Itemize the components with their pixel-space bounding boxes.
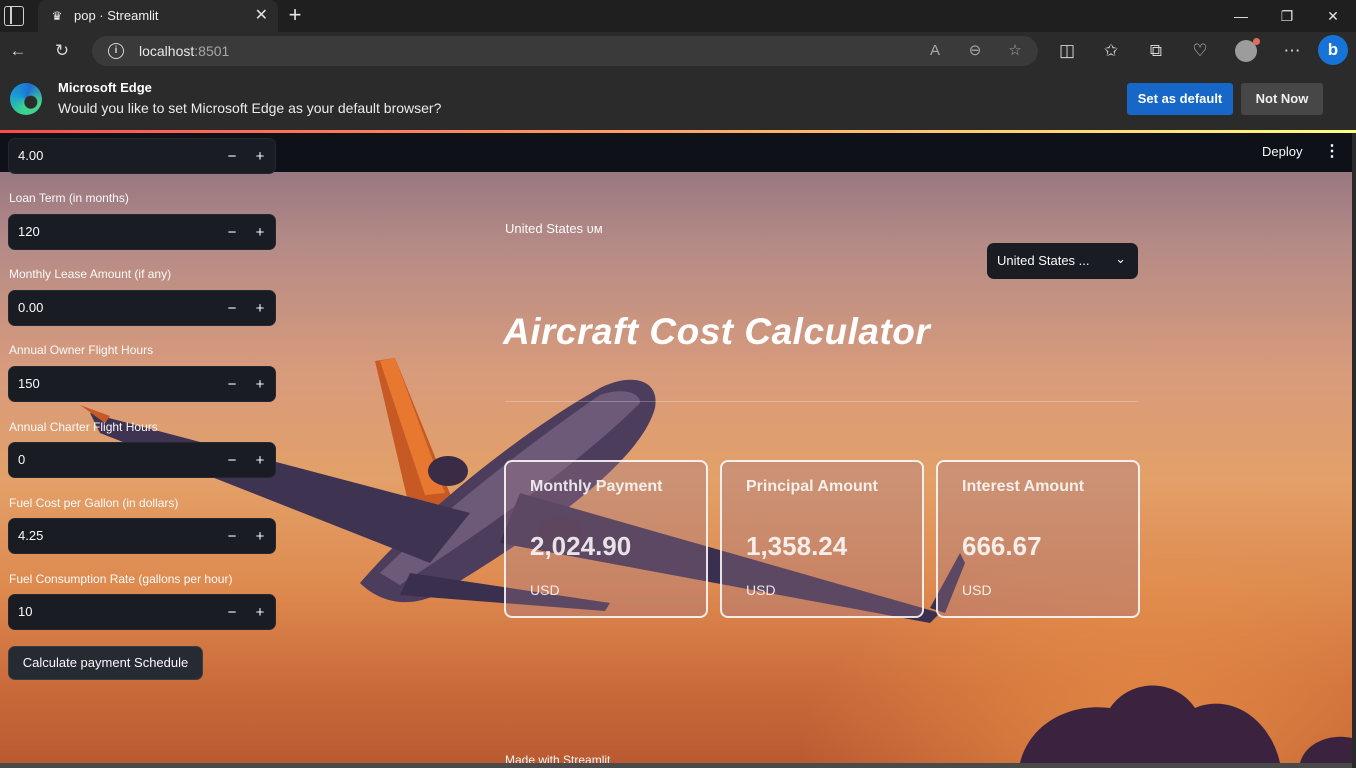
fuel-cost-input[interactable]: 4.25 − + [8,518,276,554]
default-browser-infobar: Microsoft Edge Would you like to set Mic… [0,70,1356,130]
field-label: Annual Owner Flight Hours [9,343,154,357]
streamlit-favicon-icon: ♛ [51,9,63,23]
copilot-icon[interactable]: b [1318,35,1348,65]
divider [505,401,1138,402]
card-unit: USD [530,582,560,598]
card-title: Interest Amount [962,478,1085,495]
input-value[interactable]: 0.00 [18,300,43,315]
card-title: Principal Amount [746,478,878,495]
close-window-icon[interactable]: ✕ [1318,4,1348,28]
decrement-icon[interactable]: − [219,525,245,549]
favorite-star-icon[interactable]: ☆ [1005,41,1025,61]
interest-rate-input[interactable]: 4.00 − + [8,138,276,174]
zoom-out-icon[interactable]: ⊖ [965,41,985,61]
increment-icon[interactable]: + [247,525,273,549]
card-value: 2,024.90 [530,531,632,561]
minimize-icon[interactable]: — [1226,4,1256,28]
horizontal-scrollbar[interactable] [0,763,1352,768]
increment-icon[interactable]: + [247,221,273,245]
increment-icon[interactable]: + [247,297,273,321]
decrement-icon[interactable]: − [219,145,245,169]
chevron-down-icon: ⌄ [1115,251,1126,266]
country-select-value: United States ... [997,253,1090,268]
main-menu-icon[interactable]: ⋮ [1322,141,1342,163]
input-value[interactable]: 150 [18,376,40,391]
input-value[interactable]: 0 [18,452,25,467]
card-title: Monthly Payment [530,478,663,495]
country-label: United States ᴜᴍ [505,221,603,236]
tab-bar: ♛ pop · Streamlit ✕ + — ❐ ✕ [0,0,1356,32]
field-label: Fuel Consumption Rate (gallons per hour) [9,572,233,586]
card-value: 666.67 [962,531,1042,561]
favorites-icon[interactable]: ✩ [1100,40,1122,62]
principal-amount-card: Principal Amount 1,358.24 USD [720,460,924,618]
refresh-icon[interactable]: ↻ [51,40,73,62]
field-label: Annual Charter Flight Hours [9,420,158,434]
browser-toolbar: ← ↻ i localhost:8501 A ⊖ ☆ ◫ ✩ ⧉ ♡ ⋯ b [0,32,1356,70]
restore-icon[interactable]: ❐ [1272,4,1302,28]
close-tab-icon[interactable]: ✕ [255,6,268,26]
read-aloud-icon[interactable]: A [925,41,945,61]
collections-icon[interactable]: ⧉ [1145,40,1167,62]
owner-flight-hours-input[interactable]: 150 − + [8,366,276,402]
set-as-default-button[interactable]: Set as default [1127,83,1233,115]
card-unit: USD [962,582,992,598]
decrement-icon[interactable]: − [219,221,245,245]
card-unit: USD [746,582,776,598]
charter-flight-hours-input[interactable]: 0 − + [8,442,276,478]
monthly-lease-input[interactable]: 0.00 − + [8,290,276,326]
profile-avatar[interactable] [1235,38,1260,62]
tab-title: pop · Streamlit [74,8,159,23]
loan-term-input[interactable]: 120 − + [8,214,276,250]
increment-icon[interactable]: + [247,601,273,625]
tab-actions-icon[interactable] [4,6,24,26]
decrement-icon[interactable]: − [219,449,245,473]
page-scrollbar[interactable] [1352,133,1356,768]
infobar-message: Would you like to set Microsoft Edge as … [58,100,442,116]
card-value: 1,358.24 [746,531,848,561]
decrement-icon[interactable]: − [219,373,245,397]
decrement-icon[interactable]: − [219,297,245,321]
back-icon[interactable]: ← [7,40,29,62]
made-with-streamlit-footer[interactable]: Made with Streamlit [505,753,610,763]
site-info-icon[interactable]: i [108,43,124,59]
edge-logo-icon [10,83,42,115]
browser-essentials-icon[interactable]: ♡ [1189,40,1211,62]
deploy-button[interactable]: Deploy [1262,144,1302,159]
field-label: Monthly Lease Amount (if any) [9,267,172,281]
new-tab-icon[interactable]: + [284,3,306,27]
fuel-consumption-input[interactable]: 10 − + [8,594,276,630]
input-value[interactable]: 120 [18,224,40,239]
page-title: Aircraft Cost Calculator [503,311,931,352]
app-page: Deploy ⋮ 4.00 − + Loan Term (in months) … [0,133,1352,763]
monthly-payment-card: Monthly Payment 2,024.90 USD [504,460,708,618]
increment-icon[interactable]: + [247,145,273,169]
input-value[interactable]: 4.00 [18,148,43,163]
more-options-icon[interactable]: ⋯ [1281,40,1303,62]
increment-icon[interactable]: + [247,449,273,473]
decrement-icon[interactable]: − [219,601,245,625]
split-screen-icon[interactable]: ◫ [1056,40,1078,62]
url-text: localhost:8501 [139,43,230,59]
not-now-button[interactable]: Not Now [1241,83,1323,115]
address-bar[interactable]: i localhost:8501 A ⊖ ☆ [92,36,1038,66]
interest-amount-card: Interest Amount 666.67 USD [936,460,1140,618]
input-value[interactable]: 10 [18,604,32,619]
infobar-title: Microsoft Edge [58,80,152,95]
input-value[interactable]: 4.25 [18,528,43,543]
country-select[interactable]: United States ... ⌄ [987,243,1138,279]
field-label: Loan Term (in months) [9,191,129,205]
increment-icon[interactable]: + [247,373,273,397]
field-label: Fuel Cost per Gallon (in dollars) [9,496,179,510]
calculate-payment-schedule-button[interactable]: Calculate payment Schedule [8,646,203,680]
browser-tab[interactable]: ♛ pop · Streamlit ✕ [38,0,278,32]
